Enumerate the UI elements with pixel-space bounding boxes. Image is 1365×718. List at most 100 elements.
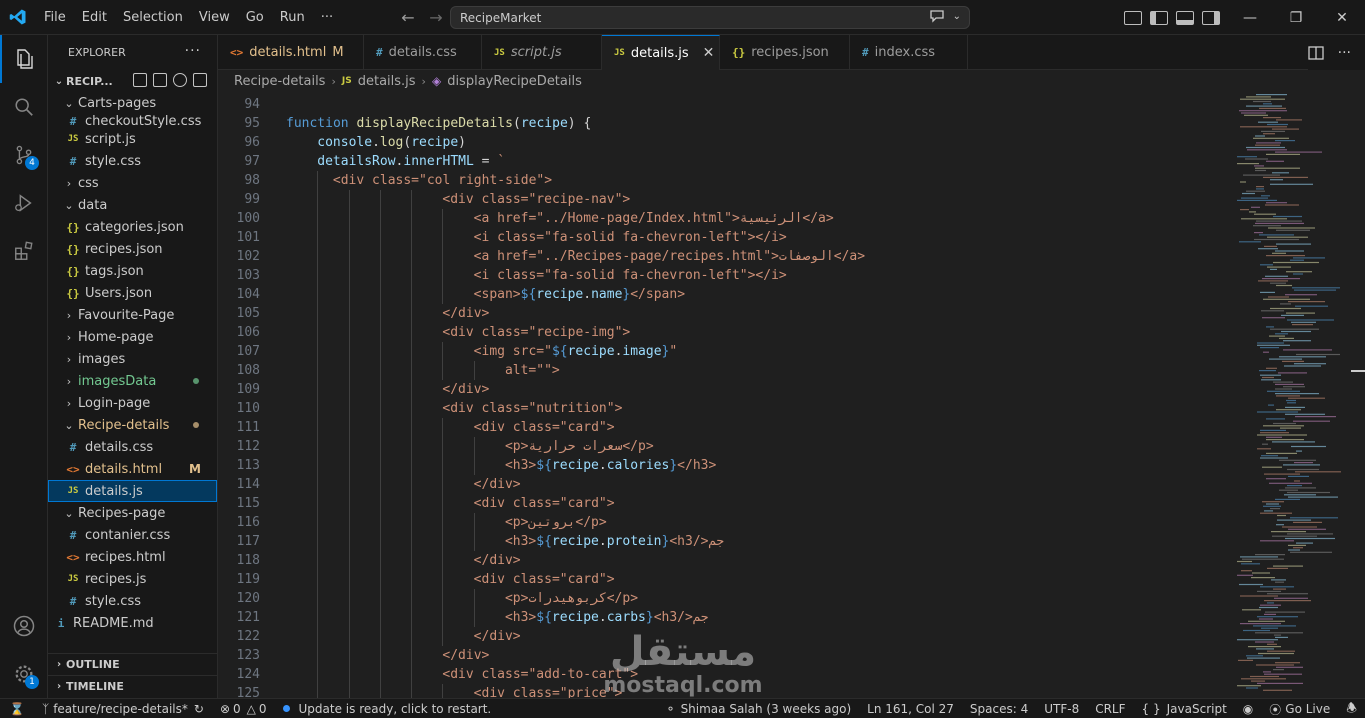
- more-actions-icon[interactable]: ···: [1338, 45, 1351, 61]
- tree-item[interactable]: ⌄ Recipe-details: [48, 414, 217, 436]
- line-number: 113: [236, 458, 260, 473]
- new-folder-icon[interactable]: [153, 73, 167, 87]
- toggle-sidebar-icon[interactable]: [1150, 10, 1168, 25]
- tree-item[interactable]: # style.css: [48, 590, 217, 612]
- editor-scrollbar[interactable]: [1351, 92, 1365, 698]
- accounts-icon[interactable]: [0, 602, 48, 650]
- indent-guide: [411, 418, 413, 437]
- close-window-icon[interactable]: ✕: [1319, 0, 1365, 35]
- forward-arrow-icon[interactable]: →: [426, 8, 446, 27]
- search-icon[interactable]: [0, 83, 48, 131]
- tree-item[interactable]: <> recipes.html: [48, 546, 217, 568]
- tab-details-html[interactable]: <> details.html M: [218, 35, 364, 70]
- tree-item[interactable]: # style.css: [48, 150, 217, 172]
- indent-guide: [348, 285, 350, 304]
- outline-section[interactable]: › OUTLINE: [48, 653, 217, 675]
- tab-recipes-json[interactable]: {} recipes.json: [720, 35, 850, 70]
- menu-more[interactable]: ···: [313, 0, 341, 35]
- customize-layout-icon[interactable]: [1124, 10, 1142, 25]
- settings-gear-icon[interactable]: 1: [0, 650, 48, 698]
- menu-run[interactable]: Run: [272, 0, 313, 35]
- go-live-button[interactable]: ⦿ Go Live: [1261, 699, 1338, 718]
- breadcrumb-file[interactable]: details.js: [358, 74, 416, 89]
- problems-indicator[interactable]: ⊗ 0 △ 0: [212, 699, 275, 718]
- code-editor[interactable]: 94 95 function displayRecipeDetails(recipe…: [218, 92, 1365, 698]
- copilot-status-icon[interactable]: ◉: [1235, 699, 1261, 718]
- tree-item[interactable]: {} recipes.json: [48, 238, 217, 260]
- menu-edit[interactable]: Edit: [74, 0, 115, 35]
- minimap-line: [1275, 388, 1292, 390]
- encoding[interactable]: UTF-8: [1036, 699, 1087, 718]
- code-token: carbs: [606, 610, 646, 625]
- code-token: }: [669, 458, 678, 473]
- tree-item[interactable]: › imagesData: [48, 370, 217, 392]
- explorer-icon[interactable]: [0, 35, 48, 83]
- tree-item[interactable]: JS details.js: [48, 480, 217, 502]
- indent-guide: [411, 380, 413, 399]
- minimap-line: [1251, 680, 1265, 682]
- source-control-icon[interactable]: 4: [0, 131, 48, 179]
- code-token: <img src=": [473, 344, 552, 359]
- chevron-down-icon[interactable]: ⌄: [953, 11, 961, 22]
- update-notification[interactable]: Update is ready, click to restart.: [275, 699, 500, 718]
- close-tab-icon[interactable]: ✕: [703, 45, 715, 61]
- back-arrow-icon[interactable]: ←: [398, 8, 418, 27]
- tree-item[interactable]: {} Users.json: [48, 282, 217, 304]
- timeline-section[interactable]: › TIMELINE: [48, 675, 217, 697]
- minimap-line: [1260, 432, 1289, 434]
- indentation[interactable]: Spaces: 4: [962, 699, 1036, 718]
- tree-item[interactable]: ⌄ data: [48, 194, 217, 216]
- tree-item[interactable]: <> details.html M: [48, 458, 217, 480]
- language-mode[interactable]: { } JavaScript: [1134, 699, 1235, 718]
- tab-details-js[interactable]: JS details.js ✕: [602, 35, 720, 70]
- tab-details-css[interactable]: # details.css: [364, 35, 482, 70]
- tree-item[interactable]: # checkoutStyle.css: [48, 114, 217, 128]
- run-debug-icon[interactable]: [0, 179, 48, 227]
- tree-item[interactable]: › css: [48, 172, 217, 194]
- tree-item[interactable]: › Login-page: [48, 392, 217, 414]
- project-header[interactable]: ⌄ RECIP...: [48, 70, 217, 92]
- scrollbar-thumb[interactable]: [1351, 370, 1365, 372]
- tree-item[interactable]: › Favourite-Page: [48, 304, 217, 326]
- git-blame[interactable]: ⚬ Shimaa Salah (3 weeks ago): [658, 699, 860, 718]
- toggle-panel-icon[interactable]: [1176, 10, 1194, 25]
- cursor-position[interactable]: Ln 161, Col 27: [859, 699, 962, 718]
- command-center-search[interactable]: RecipeMarket ⌄: [450, 6, 970, 29]
- tree-item[interactable]: JS script.js: [48, 128, 217, 150]
- minimap-line: [1268, 404, 1274, 406]
- toggle-secondary-sidebar-icon[interactable]: [1202, 10, 1220, 25]
- tree-item[interactable]: {} tags.json: [48, 260, 217, 282]
- git-branch[interactable]: ᛉ feature/recipe-details* ↻: [34, 699, 212, 718]
- collapse-all-icon[interactable]: [193, 73, 207, 87]
- tree-item[interactable]: ⌄ Carts-pages: [48, 92, 217, 114]
- tree-item[interactable]: i README.md: [48, 612, 217, 634]
- tree-item[interactable]: # details.css: [48, 436, 217, 458]
- tree-item[interactable]: › images: [48, 348, 217, 370]
- minimap-line: [1261, 195, 1270, 197]
- split-editor-icon[interactable]: [1307, 45, 1324, 60]
- minimap[interactable]: [1232, 92, 1352, 698]
- tree-item[interactable]: {} categories.json: [48, 216, 217, 238]
- more-actions-icon[interactable]: ···: [185, 43, 201, 59]
- tree-item[interactable]: # contanier.css: [48, 524, 217, 546]
- menu-selection[interactable]: Selection: [115, 0, 191, 35]
- copilot-chat-icon[interactable]: [929, 9, 945, 23]
- breadcrumb-folder[interactable]: Recipe-details: [234, 74, 325, 89]
- refresh-icon[interactable]: [173, 73, 187, 87]
- notifications-bell-icon[interactable]: 🕭: [1338, 699, 1365, 718]
- menu-file[interactable]: File: [36, 0, 74, 35]
- tab-script-js[interactable]: JS script.js: [482, 35, 602, 70]
- tree-item[interactable]: › Home-page: [48, 326, 217, 348]
- menu-view[interactable]: View: [191, 0, 238, 35]
- tree-item[interactable]: JS recipes.js: [48, 568, 217, 590]
- menu-go[interactable]: Go: [238, 0, 272, 35]
- tab-index-css[interactable]: # index.css: [850, 35, 968, 70]
- end-of-line[interactable]: CRLF: [1087, 699, 1133, 718]
- tree-item[interactable]: ⌄ Recipes-page: [48, 502, 217, 524]
- new-file-icon[interactable]: [133, 73, 147, 87]
- breadcrumb-symbol[interactable]: displayRecipeDetails: [447, 74, 582, 89]
- minimize-icon[interactable]: —: [1227, 0, 1273, 35]
- restore-icon[interactable]: ❐: [1273, 0, 1319, 35]
- extensions-icon[interactable]: [0, 227, 48, 275]
- remote-indicator-icon[interactable]: ⌛: [0, 699, 34, 718]
